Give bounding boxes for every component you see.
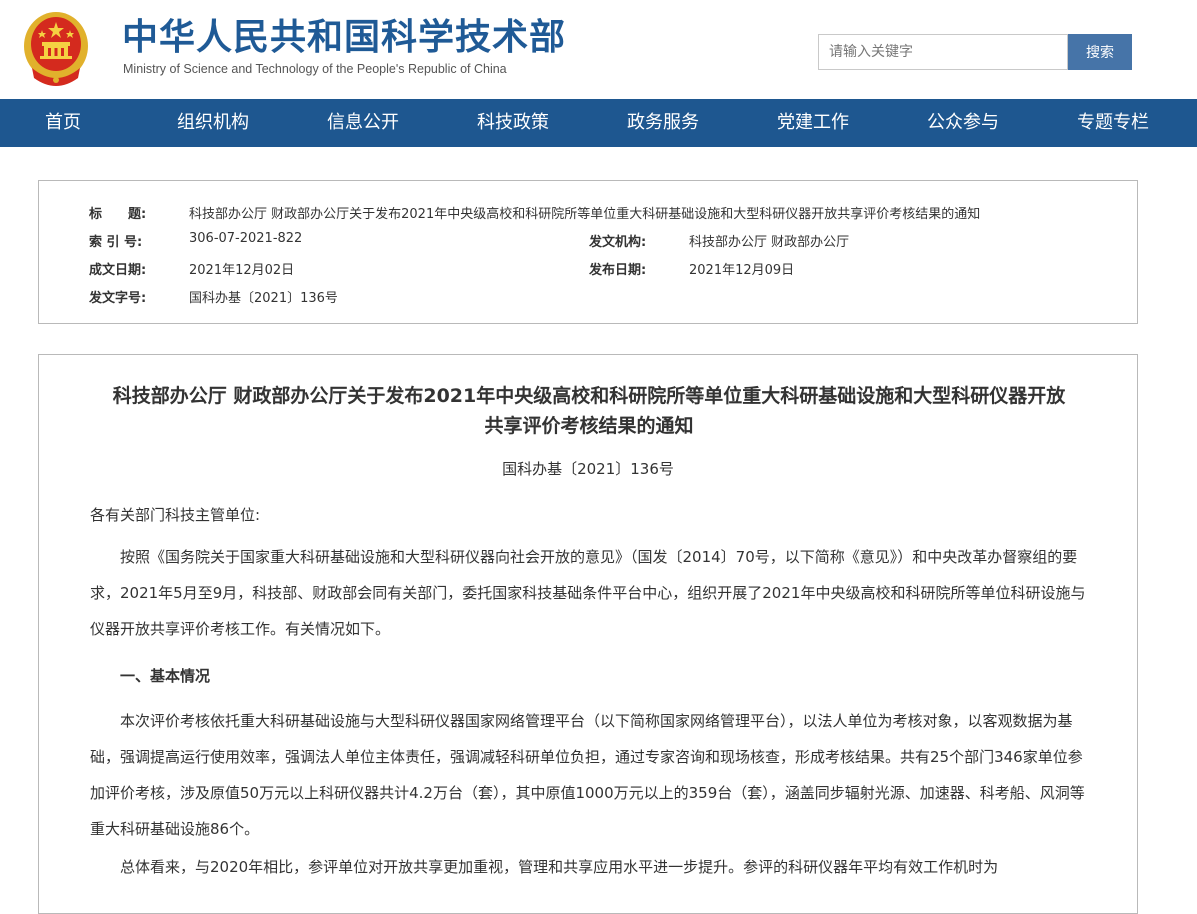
- search-button[interactable]: 搜索: [1068, 34, 1132, 70]
- document-number: 国科办基〔2021〕136号: [502, 460, 674, 478]
- main-nav: 首页 组织机构 信息公开 科技政策 政务服务 党建工作 公众参与 专题专栏: [0, 99, 1197, 147]
- nav-item-home[interactable]: 首页: [45, 99, 81, 147]
- meta-title-value: 科技部办公厅 财政部办公厅关于发布2021年中央级高校和科研院所等单位重大科研基…: [189, 207, 981, 222]
- document-title-line2: 共享评价考核结果的通知: [484, 415, 694, 437]
- document-paragraph-1: 按照《国务院关于国家重大科研基础设施和大型科研仪器向社会开放的意见》（国发〔20…: [90, 548, 1086, 638]
- document-title: 科技部办公厅 财政部办公厅关于发布2021年中央级高校和科研院所等单位重大科研基…: [79, 381, 1099, 441]
- nav-item-topics[interactable]: 专题专栏: [1077, 99, 1149, 147]
- nav-item-organization[interactable]: 组织机构: [177, 99, 249, 147]
- document-paragraph-2: 本次评价考核依托重大科研基础设施与大型科研仪器国家网络管理平台（以下简称国家网络…: [90, 712, 1085, 838]
- meta-docno-label: 发文字号:: [89, 291, 147, 306]
- meta-index-value: 306-07-2021-822: [189, 231, 303, 246]
- meta-title-label: 标 题:: [89, 207, 147, 222]
- document-title-line1: 科技部办公厅 财政部办公厅关于发布2021年中央级高校和科研院所等单位重大科研基…: [112, 385, 1066, 407]
- section-heading-1: 一、基本情况: [120, 667, 211, 685]
- site-title: 中华人民共和国科学技术部: [122, 17, 567, 58]
- meta-index-label: 索 引 号:: [89, 235, 143, 250]
- nav-item-policy[interactable]: 科技政策: [477, 99, 549, 147]
- meta-created-value: 2021年12月02日: [189, 263, 295, 278]
- nav-item-party[interactable]: 党建工作: [777, 99, 849, 147]
- document-paragraph-3: 总体看来，与2020年相比，参评单位对开放共享更加重视，管理和共享应用水平进一步…: [120, 858, 999, 876]
- meta-published-label: 发布日期:: [589, 263, 647, 278]
- nav-item-public[interactable]: 公众参与: [927, 99, 999, 147]
- document-content: 科技部办公厅 财政部办公厅关于发布2021年中央级高校和科研院所等单位重大科研基…: [38, 354, 1138, 914]
- national-emblem-icon[interactable]: [22, 8, 90, 88]
- document-meta-box: 标 题: 科技部办公厅 财政部办公厅关于发布2021年中央级高校和科研院所等单位…: [38, 180, 1138, 324]
- document-salutation: 各有关部门科技主管单位:: [90, 506, 261, 524]
- meta-created-label: 成文日期:: [89, 263, 147, 278]
- meta-docno-value: 国科办基〔2021〕136号: [189, 291, 338, 306]
- site-subtitle: Ministry of Science and Technology of th…: [123, 62, 507, 76]
- meta-published-value: 2021年12月09日: [689, 263, 795, 278]
- site-header: 中华人民共和国科学技术部 Ministry of Science and Tec…: [0, 0, 1197, 99]
- nav-item-services[interactable]: 政务服务: [627, 99, 699, 147]
- search-input[interactable]: [818, 34, 1068, 70]
- nav-item-information[interactable]: 信息公开: [327, 99, 399, 147]
- meta-issuer-value: 科技部办公厅 财政部办公厅: [689, 235, 850, 250]
- meta-issuer-label: 发文机构:: [589, 235, 647, 250]
